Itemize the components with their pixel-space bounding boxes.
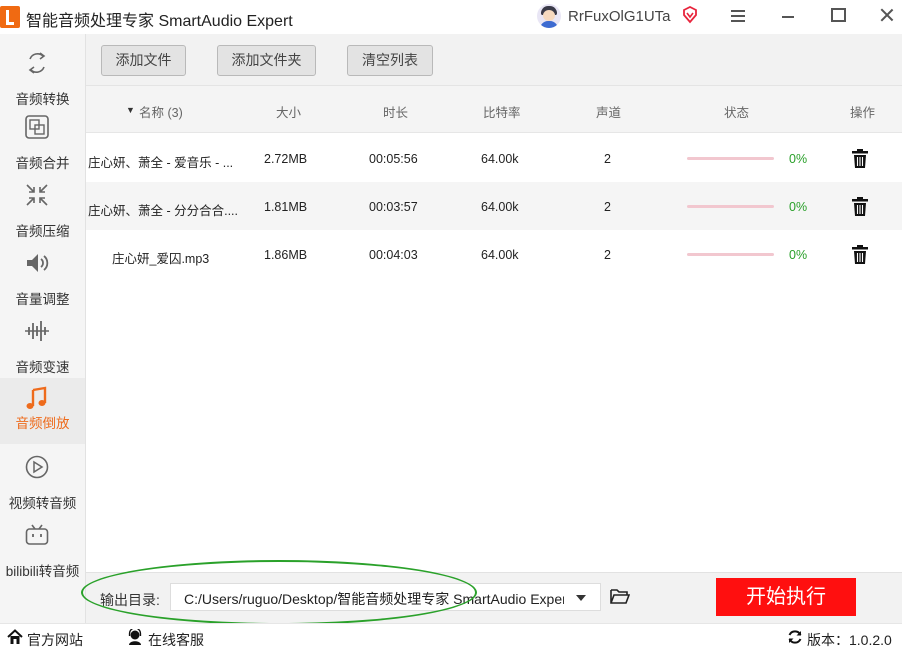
add-file-button[interactable]: 添加文件 [101,45,186,76]
file-duration: 00:03:57 [369,200,418,214]
table-row[interactable]: 庄心妍_爱囚.mp3 1.86MB 00:04:03 64.00k 2 0% [86,230,902,278]
trash-icon[interactable] [851,149,869,169]
menu-icon[interactable] [731,10,745,22]
customer-service-icon [128,629,142,645]
start-button[interactable]: 开始执行 [716,578,856,616]
sidebar-item-label: 音量调整 [15,292,70,307]
file-bitrate: 64.00k [481,152,519,166]
file-name: 庄心妍、萧全 - 爱音乐 - ... [88,156,234,170]
open-folder-icon[interactable] [610,587,630,605]
output-bar: 输出目录: C:/Users/ruguo/Desktop/智能音频处理专家 Sm… [86,572,902,623]
progress-bar [687,253,774,256]
table-row[interactable]: 庄心妍、萧全 - 爱音乐 - ... 2.72MB 00:05:56 64.00… [86,134,902,182]
file-size: 2.72MB [264,152,308,166]
sidebar-item-label: 音频转换 [15,92,70,107]
column-name[interactable]: 名称 (3) [139,102,183,121]
speed-icon [25,321,49,341]
sidebar-item-audio-compress[interactable]: 音频压缩 [0,174,85,240]
online-support-link[interactable]: 在线客服 [148,630,204,647]
file-channels: 2 [604,152,611,166]
sidebar-item-label: 音频合并 [15,156,70,171]
file-channels: 2 [604,200,611,214]
file-bitrate: 64.00k [481,248,519,262]
sidebar-item-reverse[interactable]: 音频倒放 [0,378,85,444]
music-note-icon [26,386,47,409]
column-size[interactable]: 大小 [276,102,301,121]
progress-percent: 0% [789,248,808,262]
toolbar: 添加文件 添加文件夹 清空列表 [86,34,902,86]
sidebar-item-label: 音频倒放 [15,416,70,431]
sidebar-item-audio-merge[interactable]: 音频合并 [0,106,85,172]
app-logo-icon [0,6,20,28]
home-icon [7,629,23,644]
add-folder-button[interactable]: 添加文件夹 [217,45,316,76]
file-duration: 00:05:56 [369,152,418,166]
file-size: 1.86MB [264,248,308,262]
progress-percent: 0% [789,152,808,166]
output-dir-label: 输出目录: [100,592,160,608]
username[interactable]: RrFuxOlG1UTa [568,8,671,25]
app-title: 智能音频处理专家 SmartAudio Expert [26,13,293,30]
column-action: 操作 [850,106,876,120]
column-duration[interactable]: 时长 [383,102,408,121]
sidebar-item-label: 音频变速 [15,360,70,375]
play-circle-icon [25,455,49,479]
file-bitrate: 64.00k [481,200,519,214]
refresh-icon[interactable] [787,629,803,645]
file-name: 庄心妍、萧全 - 分分合合.... [88,204,239,218]
clear-list-button[interactable]: 清空列表 [347,45,433,76]
progress-bar [687,205,774,208]
vip-diamond-icon[interactable] [681,6,699,24]
convert-icon [28,52,46,74]
version-label: 版本：1.0.2.0 [807,632,892,647]
user-avatar[interactable] [537,4,561,28]
volume-icon [27,254,49,272]
maximize-icon[interactable] [831,8,846,22]
trash-icon[interactable] [851,245,869,265]
sidebar-item-label: bilibili转音频 [5,564,80,579]
app-window: 智能音频处理专家 SmartAudio Expert RrFuxOlG1UTa … [0,0,902,647]
sidebar: 音频转换 音频合并 音频压缩 音量调整 音频变速 音频倒放 视频转音频 bili… [0,34,86,623]
file-channels: 2 [604,248,611,262]
compress-icon [26,184,48,206]
close-icon[interactable] [880,8,894,22]
status-bar: 官方网站 在线客服 版本：1.0.2.0 [0,623,902,647]
column-channels: 声道 [596,106,622,120]
column-status: 状态 [724,106,750,120]
sidebar-item-volume[interactable]: 音量调整 [0,242,85,308]
trash-icon[interactable] [851,197,869,217]
sidebar-item-video-to-audio[interactable]: 视频转音频 [0,446,85,512]
merge-icon [25,115,49,139]
file-table-header: ▼ 名称 (3) 大小 时长 比特率 声道 状态 操作 [86,86,902,133]
output-dir-value: C:/Users/ruguo/Desktop/智能音频处理专家 SmartAud… [184,591,564,607]
minimize-icon[interactable] [782,16,794,18]
sidebar-item-bilibili[interactable]: bilibili转音频 [0,514,85,580]
file-duration: 00:04:03 [369,248,418,262]
progress-percent: 0% [789,200,808,214]
bilibili-icon [25,524,49,545]
chevron-down-icon[interactable] [576,595,586,601]
progress-bar [687,157,774,160]
file-name: 庄心妍_爱囚.mp3 [112,252,210,266]
sidebar-item-speed[interactable]: 音频变速 [0,310,85,376]
official-website-link[interactable]: 官方网站 [27,630,83,647]
sidebar-item-label: 音频压缩 [15,224,70,239]
table-row[interactable]: 庄心妍、萧全 - 分分合合.... 1.81MB 00:03:57 64.00k… [86,182,902,230]
sidebar-item-audio-convert[interactable]: 音频转换 [0,42,85,108]
output-dir-select[interactable]: C:/Users/ruguo/Desktop/智能音频处理专家 SmartAud… [170,583,601,611]
file-size: 1.81MB [264,200,308,214]
title-bar: 智能音频处理专家 SmartAudio Expert RrFuxOlG1UTa [0,0,902,34]
column-bitrate[interactable]: 比特率 [483,102,521,121]
sort-desc-icon[interactable]: ▼ [126,105,135,115]
sidebar-item-label: 视频转音频 [8,496,77,511]
